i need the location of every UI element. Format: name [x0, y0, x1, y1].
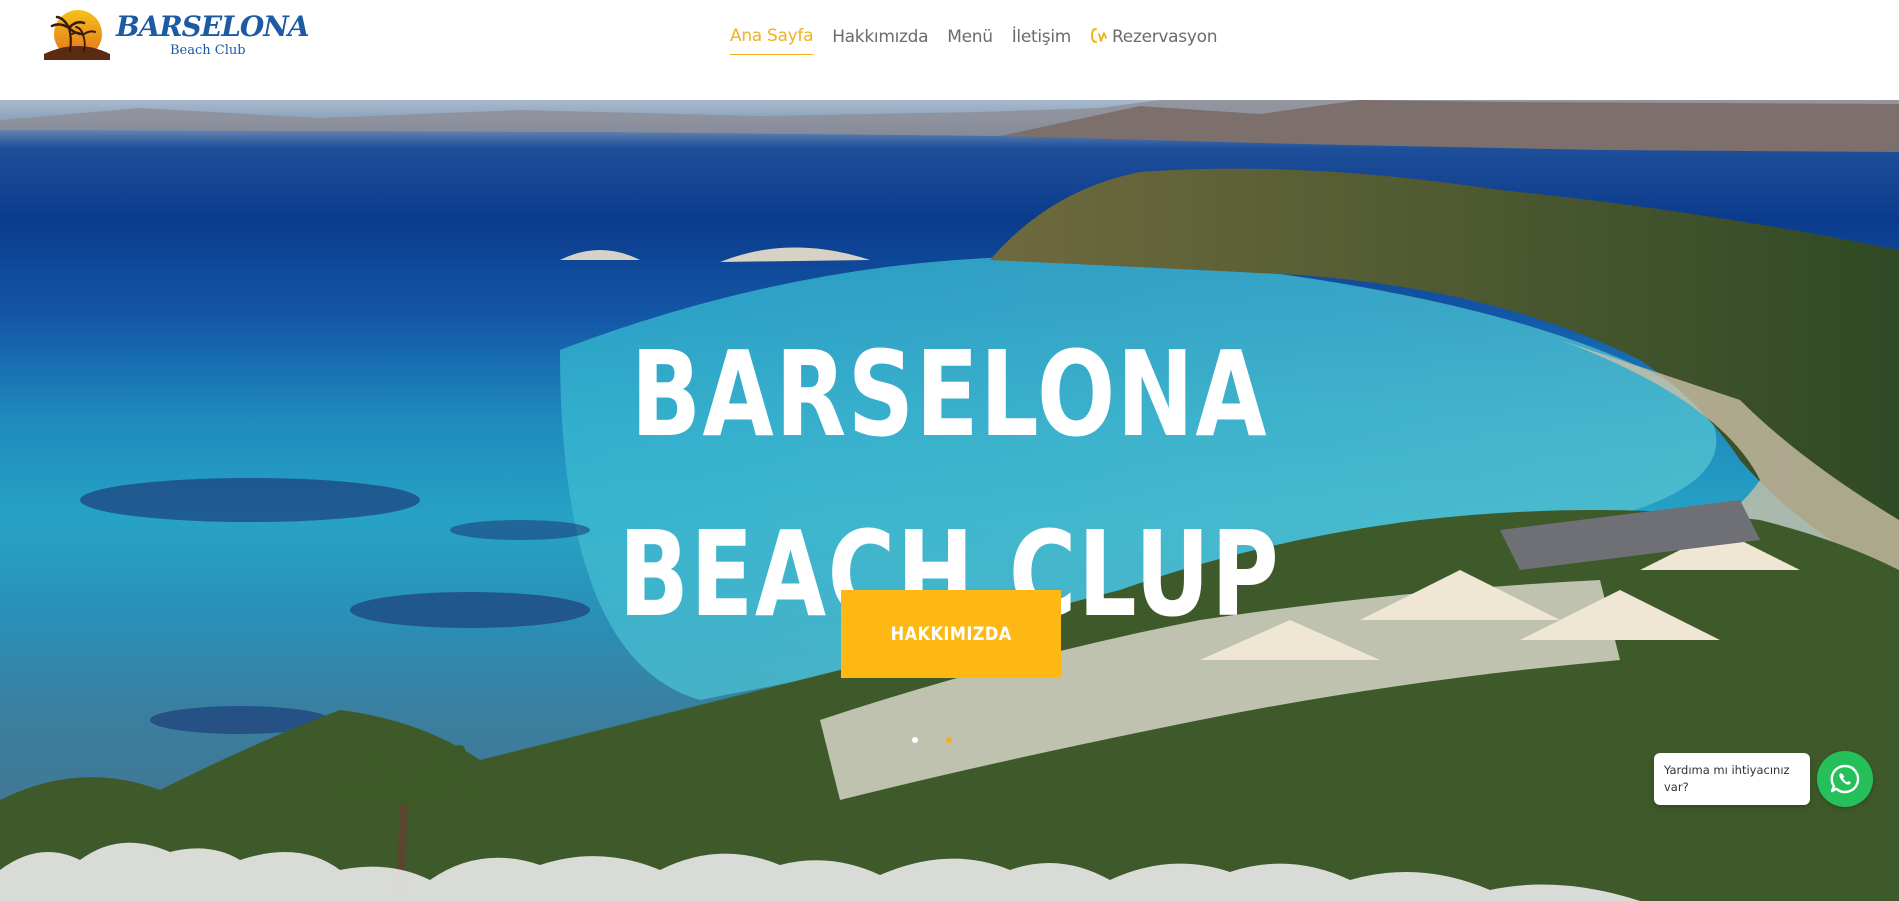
hakkimizda-button[interactable]: HAKKIMIZDA: [841, 590, 1061, 678]
slider-dot-1[interactable]: [912, 737, 918, 743]
nav-item-hakkimizda[interactable]: Hakkımızda: [832, 27, 928, 55]
logo-wordmark: BARSELONA: [116, 10, 310, 43]
nav-item-ana-sayfa[interactable]: Ana Sayfa: [730, 26, 814, 55]
whatsapp-icon: [1830, 764, 1860, 794]
hakkimizda-button-label: HAKKIMIZDA: [890, 623, 1012, 645]
main-nav: Ana Sayfa Hakkımızda Menü İletişim Rezer…: [730, 26, 1218, 55]
nav-item-iletisim[interactable]: İletişim: [1012, 27, 1072, 55]
slider-dot-2[interactable]: [946, 737, 952, 743]
reservation-icon: [1091, 27, 1107, 43]
site-logo[interactable]: BARSELONA Beach Club: [42, 8, 310, 60]
logo-sun-palm-icon: [44, 10, 110, 60]
help-chat-bubble[interactable]: Yardıma mı ihtiyacınız var?: [1654, 753, 1810, 805]
slider-pagination: [912, 737, 952, 743]
hero-title-line-1: BARSELONA: [630, 325, 1269, 464]
nav-item-menu[interactable]: Menü: [947, 27, 993, 55]
nav-item-label: Rezervasyon: [1112, 26, 1218, 47]
nav-item-rezervasyon[interactable]: Rezervasyon: [1090, 26, 1218, 55]
logo-subtitle: Beach Club: [170, 43, 246, 58]
whatsapp-button[interactable]: [1817, 751, 1873, 807]
site-header: BARSELONA Beach Club Ana Sayfa Hakkımızd…: [0, 0, 1899, 100]
hero-background-image: [0, 100, 1899, 901]
hero-slider: BARSELONA BEACH CLUP HAKKIMIZDA: [0, 100, 1899, 901]
